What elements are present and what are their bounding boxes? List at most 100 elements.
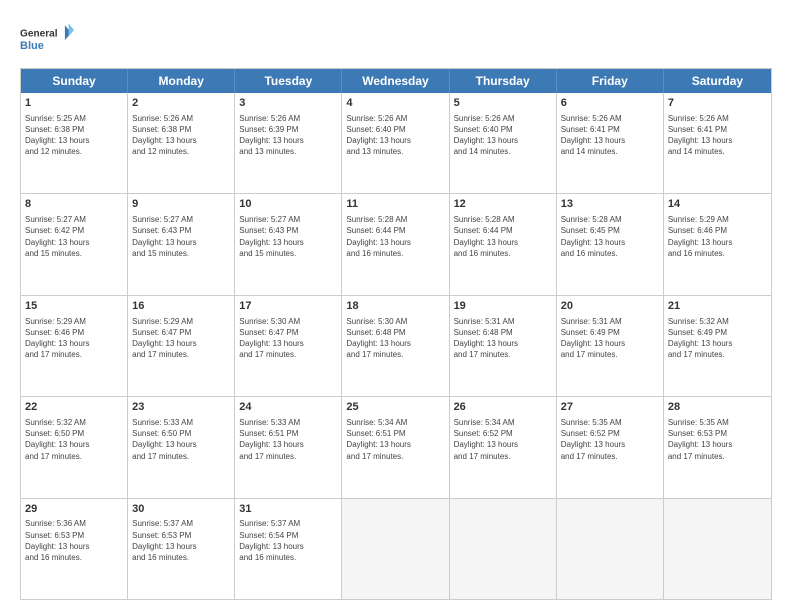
calendar-cell [450, 499, 557, 599]
day-info: Sunrise: 5:33 AM Sunset: 6:50 PM Dayligh… [132, 417, 230, 462]
calendar-cell: 20Sunrise: 5:31 AM Sunset: 6:49 PM Dayli… [557, 296, 664, 396]
calendar-cell: 1 Sunrise: 5:25 AM Sunset: 6:38 PM Daylig… [21, 93, 128, 193]
day-number: 30 [132, 502, 230, 517]
day-number: 24 [239, 400, 337, 415]
day-info: Sunrise: 5:26 AM Sunset: 6:39 PM Dayligh… [239, 113, 337, 158]
day-number: 14 [668, 197, 767, 212]
calendar-cell: 15Sunrise: 5:29 AM Sunset: 6:46 PM Dayli… [21, 296, 128, 396]
calendar-cell: 19 Sunrise: 5:31 AM Sunset: 6:48 PM Dayli… [450, 296, 557, 396]
calendar-cell: 3Sunrise: 5:26 AM Sunset: 6:39 PM Daylig… [235, 93, 342, 193]
day-info: Sunrise: 5:27 AM Sunset: 6:43 PM Dayligh… [132, 214, 230, 259]
calendar-week: 22Sunrise: 5:32 AM Sunset: 6:50 PM Dayli… [21, 396, 771, 497]
page: General Blue SundayMondayTuesdayWednesda… [0, 0, 792, 612]
calendar-cell: 12 Sunrise: 5:28 AM Sunset: 6:44 PM Dayli… [450, 194, 557, 294]
calendar-cell: 14 Sunrise: 5:29 AM Sunset: 6:46 PM Dayli… [664, 194, 771, 294]
day-number: 9 [132, 197, 230, 212]
day-number: 10 [239, 197, 337, 212]
day-info: Sunrise: 5:26 AM Sunset: 6:38 PM Dayligh… [132, 113, 230, 158]
calendar-cell: 8Sunrise: 5:27 AM Sunset: 6:42 PM Daylig… [21, 194, 128, 294]
calendar-cell: 7 Sunrise: 5:26 AM Sunset: 6:41 PM Daylig… [664, 93, 771, 193]
day-info: Sunrise: 5:34 AM Sunset: 6:51 PM Dayligh… [346, 417, 444, 462]
calendar-week: 15Sunrise: 5:29 AM Sunset: 6:46 PM Dayli… [21, 295, 771, 396]
day-number: 21 [668, 299, 767, 314]
day-info: Sunrise: 5:25 AM Sunset: 6:38 PM Dayligh… [25, 113, 123, 158]
day-number: 6 [561, 96, 659, 111]
day-info: Sunrise: 5:26 AM Sunset: 6:41 PM Dayligh… [668, 113, 767, 158]
calendar-cell: 10 Sunrise: 5:27 AM Sunset: 6:43 PM Dayli… [235, 194, 342, 294]
day-number: 16 [132, 299, 230, 314]
day-number: 29 [25, 502, 123, 517]
calendar-cell: 4 Sunrise: 5:26 AM Sunset: 6:40 PM Daylig… [342, 93, 449, 193]
calendar-header-day: Saturday [664, 69, 771, 93]
day-info: Sunrise: 5:30 AM Sunset: 6:48 PM Dayligh… [346, 316, 444, 361]
day-info: Sunrise: 5:26 AM Sunset: 6:40 PM Dayligh… [454, 113, 552, 158]
day-info: Sunrise: 5:30 AM Sunset: 6:47 PM Dayligh… [239, 316, 337, 361]
calendar-cell [342, 499, 449, 599]
day-number: 25 [346, 400, 444, 415]
header: General Blue [20, 18, 772, 60]
calendar-body: 1 Sunrise: 5:25 AM Sunset: 6:38 PM Daylig… [21, 93, 771, 599]
logo: General Blue [20, 22, 75, 60]
calendar-header-day: Monday [128, 69, 235, 93]
calendar-cell: 5 Sunrise: 5:26 AM Sunset: 6:40 PM Daylig… [450, 93, 557, 193]
calendar-cell: 18 Sunrise: 5:30 AM Sunset: 6:48 PM Dayli… [342, 296, 449, 396]
calendar-header-day: Sunday [21, 69, 128, 93]
calendar-cell: 16Sunrise: 5:29 AM Sunset: 6:47 PM Dayli… [128, 296, 235, 396]
calendar-cell: 29Sunrise: 5:36 AM Sunset: 6:53 PM Dayli… [21, 499, 128, 599]
calendar-header-day: Wednesday [342, 69, 449, 93]
day-info: Sunrise: 5:31 AM Sunset: 6:48 PM Dayligh… [454, 316, 552, 361]
day-info: Sunrise: 5:37 AM Sunset: 6:53 PM Dayligh… [132, 518, 230, 563]
calendar-header-day: Tuesday [235, 69, 342, 93]
calendar-cell: 30Sunrise: 5:37 AM Sunset: 6:53 PM Dayli… [128, 499, 235, 599]
calendar-cell: 21Sunrise: 5:32 AM Sunset: 6:49 PM Dayli… [664, 296, 771, 396]
day-number: 12 [454, 197, 552, 212]
day-info: Sunrise: 5:28 AM Sunset: 6:45 PM Dayligh… [561, 214, 659, 259]
svg-text:Blue: Blue [20, 40, 44, 52]
day-number: 7 [668, 96, 767, 111]
day-number: 20 [561, 299, 659, 314]
calendar-cell: 28 Sunrise: 5:35 AM Sunset: 6:53 PM Dayli… [664, 397, 771, 497]
calendar-cell: 11 Sunrise: 5:28 AM Sunset: 6:44 PM Dayli… [342, 194, 449, 294]
calendar-week: 8Sunrise: 5:27 AM Sunset: 6:42 PM Daylig… [21, 193, 771, 294]
calendar-cell: 24Sunrise: 5:33 AM Sunset: 6:51 PM Dayli… [235, 397, 342, 497]
calendar-header-day: Thursday [450, 69, 557, 93]
day-info: Sunrise: 5:35 AM Sunset: 6:52 PM Dayligh… [561, 417, 659, 462]
day-number: 2 [132, 96, 230, 111]
day-number: 4 [346, 96, 444, 111]
day-info: Sunrise: 5:34 AM Sunset: 6:52 PM Dayligh… [454, 417, 552, 462]
day-info: Sunrise: 5:35 AM Sunset: 6:53 PM Dayligh… [668, 417, 767, 462]
day-number: 31 [239, 502, 337, 517]
day-number: 28 [668, 400, 767, 415]
calendar-week: 1 Sunrise: 5:25 AM Sunset: 6:38 PM Daylig… [21, 93, 771, 193]
day-info: Sunrise: 5:28 AM Sunset: 6:44 PM Dayligh… [346, 214, 444, 259]
day-number: 18 [346, 299, 444, 314]
day-info: Sunrise: 5:32 AM Sunset: 6:50 PM Dayligh… [25, 417, 123, 462]
calendar-cell: 17 Sunrise: 5:30 AM Sunset: 6:47 PM Dayli… [235, 296, 342, 396]
day-number: 15 [25, 299, 123, 314]
calendar-cell: 25 Sunrise: 5:34 AM Sunset: 6:51 PM Dayli… [342, 397, 449, 497]
day-number: 17 [239, 299, 337, 314]
day-number: 19 [454, 299, 552, 314]
day-number: 5 [454, 96, 552, 111]
calendar-cell: 2 Sunrise: 5:26 AM Sunset: 6:38 PM Daylig… [128, 93, 235, 193]
day-number: 11 [346, 197, 444, 212]
calendar-cell: 26 Sunrise: 5:34 AM Sunset: 6:52 PM Dayli… [450, 397, 557, 497]
day-number: 1 [25, 96, 123, 111]
calendar-cell: 9 Sunrise: 5:27 AM Sunset: 6:43 PM Daylig… [128, 194, 235, 294]
calendar-cell [664, 499, 771, 599]
day-info: Sunrise: 5:26 AM Sunset: 6:40 PM Dayligh… [346, 113, 444, 158]
day-info: Sunrise: 5:27 AM Sunset: 6:43 PM Dayligh… [239, 214, 337, 259]
calendar-cell: 27Sunrise: 5:35 AM Sunset: 6:52 PM Dayli… [557, 397, 664, 497]
calendar-cell [557, 499, 664, 599]
day-number: 13 [561, 197, 659, 212]
day-number: 26 [454, 400, 552, 415]
calendar-cell: 13 Sunrise: 5:28 AM Sunset: 6:45 PM Dayli… [557, 194, 664, 294]
calendar-cell: 6Sunrise: 5:26 AM Sunset: 6:41 PM Daylig… [557, 93, 664, 193]
day-info: Sunrise: 5:28 AM Sunset: 6:44 PM Dayligh… [454, 214, 552, 259]
day-info: Sunrise: 5:37 AM Sunset: 6:54 PM Dayligh… [239, 518, 337, 563]
day-number: 8 [25, 197, 123, 212]
calendar-week: 29Sunrise: 5:36 AM Sunset: 6:53 PM Dayli… [21, 498, 771, 599]
calendar-cell: 23Sunrise: 5:33 AM Sunset: 6:50 PM Dayli… [128, 397, 235, 497]
calendar: SundayMondayTuesdayWednesdayThursdayFrid… [20, 68, 772, 600]
day-info: Sunrise: 5:29 AM Sunset: 6:46 PM Dayligh… [668, 214, 767, 259]
